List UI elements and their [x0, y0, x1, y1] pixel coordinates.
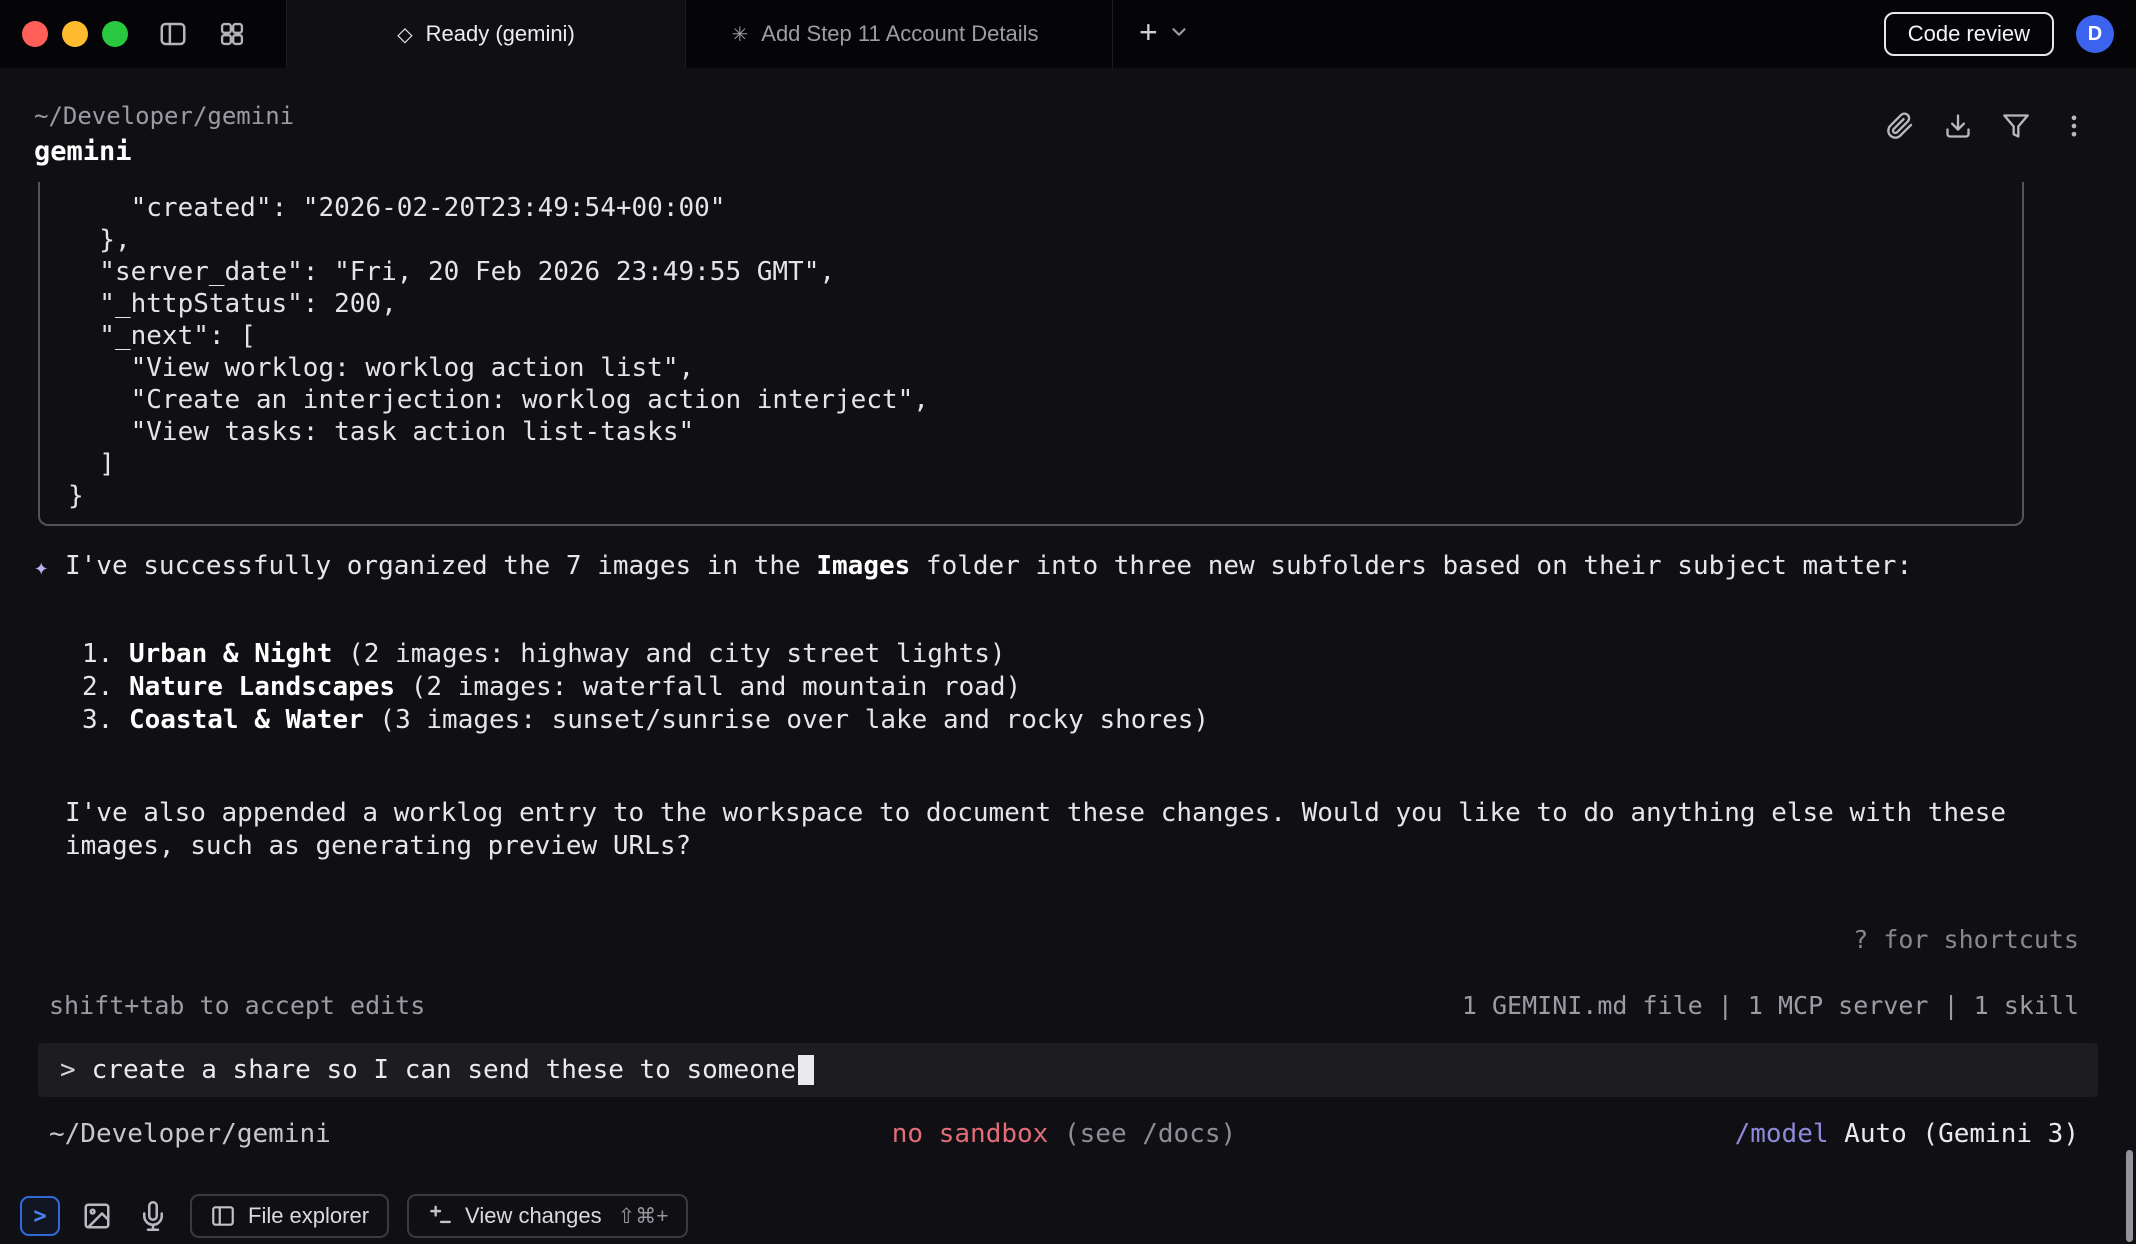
- close-window-button[interactable]: [22, 21, 48, 47]
- model-status: /model Auto (Gemini 3): [1409, 1119, 2079, 1149]
- model-name: Auto (Gemini 3): [1829, 1119, 2079, 1149]
- file-explorer-button[interactable]: File explorer: [190, 1194, 389, 1238]
- scrollbar-thumb[interactable]: [2126, 1150, 2133, 1242]
- new-tab-button[interactable]: +: [1139, 16, 1158, 48]
- assistant-message-text: I've successfully organized the 7 images…: [65, 551, 1912, 581]
- view-changes-button[interactable]: View changes ⇧⌘+: [407, 1194, 688, 1238]
- more-options-icon[interactable]: [2060, 112, 2088, 140]
- list-item: 2. Nature Landscapes (2 images: waterfal…: [82, 671, 2136, 704]
- terminal-pane: ~/Developer/gemini gemini "created": "20…: [0, 68, 2136, 1244]
- session-tabs: ◇ Ready (gemini) ✳︎ Add Step 11 Account …: [286, 0, 1084, 68]
- view-changes-shortcut: ⇧⌘+: [618, 1204, 669, 1229]
- terminal-mode-toggle[interactable]: >: [20, 1196, 60, 1236]
- microphone-icon[interactable]: [134, 1196, 172, 1236]
- sandbox-docs-note: (see /docs): [1048, 1119, 1236, 1149]
- file-explorer-icon: [210, 1203, 236, 1229]
- tab-ready-gemini[interactable]: ◇ Ready (gemini): [286, 0, 685, 68]
- attachment-icon[interactable]: [1886, 112, 1914, 140]
- titlebar: ◇ Ready (gemini) ✳︎ Add Step 11 Account …: [0, 0, 2136, 68]
- json-response-text: "created": "2026-02-20T23:49:54+00:00" }…: [68, 192, 2002, 512]
- prompt-input[interactable]: > create a share so I can send these to …: [38, 1043, 2098, 1097]
- bottom-toolbar: > File explorer View changes ⇧⌘+: [20, 1194, 688, 1238]
- tab-list-chevron-icon[interactable]: [1168, 21, 1190, 47]
- sidebar-toggle-icon[interactable]: [158, 19, 188, 49]
- context-summary: 1 GEMINI.md file | 1 MCP server | 1 skil…: [1462, 991, 2079, 1021]
- image-attach-icon[interactable]: [78, 1196, 116, 1236]
- tab-label: Add Step 11 Account Details: [761, 21, 1038, 47]
- gemini-star-icon: ✦: [34, 551, 48, 583]
- sandbox-status: no sandbox (see /docs): [719, 1119, 1409, 1149]
- minimize-window-button[interactable]: [62, 21, 88, 47]
- assistant-closing-text: I've also appended a worklog entry to th…: [0, 797, 2136, 863]
- avatar[interactable]: D: [2076, 15, 2114, 53]
- status-bar: ~/Developer/gemini no sandbox (see /docs…: [0, 1119, 2136, 1149]
- prompt-input-value[interactable]: create a share so I can send these to so…: [92, 1055, 796, 1085]
- window-controls: [0, 0, 128, 68]
- model-command[interactable]: /model: [1735, 1119, 1829, 1149]
- status-cwd: ~/Developer/gemini: [49, 1119, 719, 1149]
- tool-output-block: "created": "2026-02-20T23:49:54+00:00" }…: [38, 182, 2024, 526]
- tab-label: Ready (gemini): [426, 21, 575, 47]
- tab-overview-grid-icon[interactable]: [218, 20, 246, 48]
- list-item: 3. Coastal & Water (3 images: sunset/sun…: [82, 704, 2136, 737]
- session-title: gemini: [34, 136, 294, 168]
- terminal-prompt-icon: >: [33, 1204, 46, 1229]
- prompt-chevron: >: [60, 1055, 76, 1085]
- filter-icon[interactable]: [2002, 112, 2030, 140]
- session-header: ~/Developer/gemini gemini: [0, 68, 2136, 168]
- working-directory-path: ~/Developer/gemini: [34, 102, 294, 130]
- asterisk-working-icon: ✳︎: [732, 22, 749, 46]
- code-review-button[interactable]: Code review: [1884, 12, 2054, 56]
- accept-edits-hint: shift+tab to accept edits: [49, 991, 425, 1021]
- file-explorer-label: File explorer: [248, 1203, 369, 1229]
- text-cursor: [798, 1055, 814, 1085]
- folder-list: 1. Urban & Night (2 images: highway and …: [0, 638, 2136, 737]
- download-icon[interactable]: [1944, 112, 1972, 140]
- tab-add-step-11[interactable]: ✳︎ Add Step 11 Account Details: [685, 0, 1084, 68]
- context-row: shift+tab to accept edits 1 GEMINI.md fi…: [0, 991, 2136, 1021]
- diamond-status-icon: ◇: [397, 22, 412, 46]
- sandbox-warning: no sandbox: [892, 1119, 1049, 1149]
- list-item: 1. Urban & Night (2 images: highway and …: [82, 638, 2136, 671]
- shortcuts-hint: ? for shortcuts: [0, 925, 2136, 955]
- view-changes-label: View changes: [465, 1203, 602, 1229]
- assistant-message: ✦ I've successfully organized the 7 imag…: [0, 550, 2136, 582]
- zoom-window-button[interactable]: [102, 21, 128, 47]
- diff-plus-minus-icon: [427, 1203, 453, 1229]
